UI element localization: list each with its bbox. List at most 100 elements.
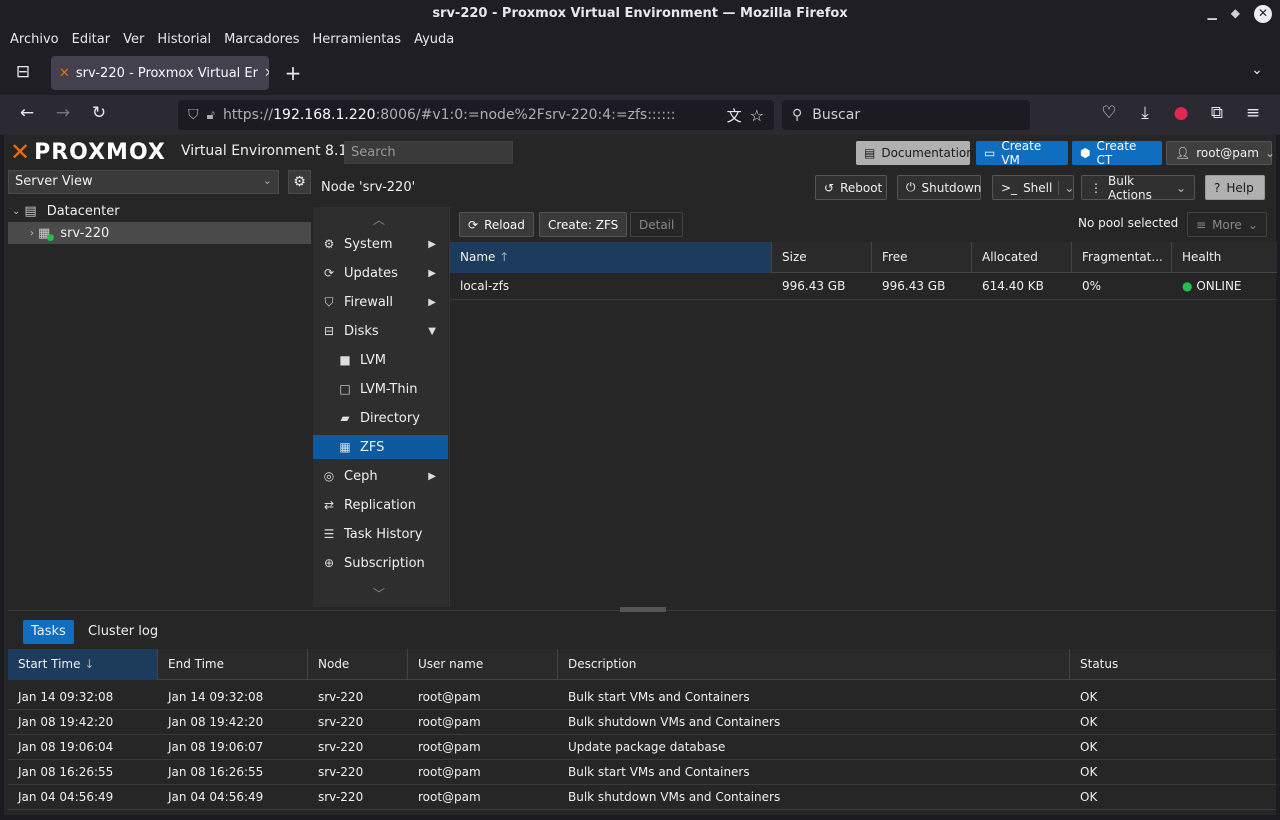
menu-item-task-history[interactable]: ☰ Task History	[313, 522, 448, 546]
create-vm-button[interactable]: ▭ Create VM	[976, 139, 1068, 167]
minimize-icon[interactable]: ▁	[1208, 0, 1217, 27]
reload-icon[interactable]: ↻	[87, 103, 111, 123]
cell-allocated: 614.40 KB	[982, 279, 1044, 293]
reboot-button[interactable]: ↺ Reboot	[815, 175, 887, 200]
table-row[interactable]: Jan 08 16:26:55 Jan 08 16:26:55 srv-220 …	[8, 760, 1276, 785]
extension-lock-icon[interactable]: ●	[1169, 103, 1193, 123]
menu-item-zfs[interactable]: ▦ ZFS	[313, 435, 448, 459]
column-header-status[interactable]: Status	[1070, 649, 1266, 680]
tree-item-datacenter[interactable]: ⌄ ▤ Datacenter	[8, 200, 311, 222]
cell-free: 996.43 GB	[882, 279, 946, 293]
close-tab-icon[interactable]: ✕	[264, 66, 269, 81]
scroll-down-icon[interactable]: ﹀	[373, 585, 385, 602]
resource-search-input[interactable]: Search	[344, 141, 513, 164]
pool-status-label: No pool selected	[1078, 216, 1179, 230]
tab-tasks[interactable]: Tasks	[23, 620, 74, 644]
scroll-up-icon[interactable]: ︿	[373, 211, 385, 228]
translate-icon[interactable]: 文	[727, 105, 742, 126]
table-row[interactable]: local-zfs 996.43 GB 996.43 GB 614.40 KB …	[450, 273, 1277, 300]
cell-status: OK	[1080, 765, 1098, 779]
back-icon[interactable]: ←	[15, 103, 39, 123]
url-bar[interactable]: ⛉ 🔓︎ https://192.168.1.220:8006/#v1:0:=n…	[178, 100, 774, 130]
detail-button[interactable]: Detail	[630, 212, 684, 237]
menu-item-subscription[interactable]: ⊕ Subscription	[313, 551, 448, 575]
table-row[interactable]: Jan 14 09:32:08 Jan 14 09:32:08 srv-220 …	[8, 685, 1276, 710]
menu-item-disks[interactable]: ⊟ Disks ▼	[313, 319, 448, 343]
column-header-end-time[interactable]: End Time	[158, 649, 308, 680]
column-header-size[interactable]: Size	[772, 242, 872, 273]
cell-node: srv-220	[318, 790, 364, 804]
lock-warning-icon[interactable]: 🔓︎	[207, 108, 215, 123]
bulk-actions-button[interactable]: ⋮ Bulk Actions ⌄	[1081, 174, 1195, 202]
user-menu-button[interactable]: 👤︎ root@pam ⌄	[1166, 141, 1275, 165]
menu-item-system[interactable]: ⚙ System ▶	[313, 232, 448, 256]
browser-tab[interactable]: ✕ srv-220 - Proxmox Virtual Er ✕	[51, 56, 269, 90]
menu-ayuda[interactable]: Ayuda	[414, 32, 454, 47]
reload-button[interactable]: ⟳ Reload	[459, 212, 534, 237]
menu-item-lvm[interactable]: ■ LVM	[313, 348, 448, 372]
maximize-icon[interactable]: ◆	[1231, 0, 1240, 27]
column-header-health[interactable]: Health	[1172, 242, 1277, 273]
server-view-select[interactable]: Server View ⌄	[8, 170, 279, 194]
column-header-free[interactable]: Free	[872, 242, 972, 273]
column-header-node[interactable]: Node	[308, 649, 408, 680]
chevron-down-icon[interactable]: ⌄	[1058, 180, 1074, 195]
menu-item-lvm-thin[interactable]: □ LVM-Thin	[313, 377, 448, 401]
cell-end: Jan 14 09:32:08	[168, 690, 264, 704]
pocket-icon[interactable]: ♡	[1097, 103, 1121, 123]
menu-ver[interactable]: Ver	[123, 32, 144, 47]
column-header-fragmentation[interactable]: Fragmentat...	[1072, 242, 1172, 273]
resource-search-placeholder: Search	[351, 145, 396, 160]
column-header-allocated[interactable]: Allocated	[972, 242, 1072, 273]
menu-editar[interactable]: Editar	[72, 32, 111, 47]
table-row[interactable]: Jan 08 19:06:04 Jan 08 19:06:07 srv-220 …	[8, 735, 1276, 760]
cell-user: root@pam	[418, 765, 481, 779]
app-menu-icon[interactable]: ≡	[1241, 103, 1265, 123]
menu-marcadores[interactable]: Marcadores	[224, 32, 299, 47]
shutdown-button[interactable]: ⏻ Shutdown	[897, 175, 981, 200]
column-header-user[interactable]: User name	[408, 649, 558, 680]
expand-arrow-icon[interactable]: ⌄	[12, 206, 20, 217]
column-header-start-time[interactable]: Start Time ↓	[8, 649, 158, 680]
extensions-icon[interactable]: ⧉	[1205, 103, 1229, 123]
column-header-name[interactable]: Name ↑	[450, 242, 772, 273]
menu-item-replication[interactable]: ⇄ Replication	[313, 493, 448, 517]
search-bar[interactable]: ⚲ Buscar	[782, 100, 1030, 130]
tab-cluster-log[interactable]: Cluster log	[80, 620, 166, 644]
create-ct-button[interactable]: ⬢ Create CT	[1072, 139, 1162, 167]
close-window-icon[interactable]: ✕	[1254, 4, 1272, 23]
bookmark-star-icon[interactable]: ☆	[750, 106, 764, 125]
menu-herramientas[interactable]: Herramientas	[313, 32, 402, 47]
shell-button[interactable]: >_ Shell ⌄	[992, 175, 1074, 200]
menu-historial[interactable]: Historial	[157, 32, 211, 47]
column-label: Start Time	[18, 657, 81, 671]
tree-item-label: Datacenter	[46, 203, 120, 219]
create-zfs-button[interactable]: Create: ZFS	[539, 212, 628, 237]
menu-item-directory[interactable]: ▰ Directory	[313, 406, 448, 430]
table-row[interactable]: Jan 04 04:56:49 Jan 04 04:56:49 srv-220 …	[8, 785, 1276, 810]
downloads-icon[interactable]: ⤓	[1133, 103, 1157, 123]
more-button[interactable]: ≡ More ⌄	[1187, 212, 1267, 237]
help-button[interactable]: ? Help	[1205, 175, 1265, 200]
tree-item-srv-220[interactable]: › ▦ ● srv-220	[8, 222, 311, 244]
gear-icon[interactable]: ⚙	[288, 170, 311, 194]
forward-icon[interactable]: →	[51, 103, 75, 123]
menu-item-label: Firewall	[344, 294, 394, 310]
table-row[interactable]: Jan 08 19:42:20 Jan 08 19:42:20 srv-220 …	[8, 710, 1276, 735]
new-tab-icon[interactable]: +	[281, 61, 305, 85]
cell-status: OK	[1080, 790, 1098, 804]
tab-list-icon[interactable]: ⊟	[11, 62, 35, 82]
menu-item-ceph[interactable]: ◎ Ceph ▶	[313, 464, 448, 488]
shield-icon[interactable]: ⛉	[188, 107, 199, 123]
collapsed-arrow-icon[interactable]: ›	[30, 228, 34, 239]
log-panel: Tasks Cluster log Start Time ↓ End Time …	[8, 607, 1276, 815]
cell-status: OK	[1080, 715, 1098, 729]
column-header-description[interactable]: Description	[558, 649, 1070, 680]
check-circle-icon: ●	[1182, 279, 1193, 293]
splitter-handle[interactable]	[620, 607, 666, 612]
menu-item-firewall[interactable]: ⛉ Firewall ▶	[313, 290, 448, 314]
tab-overflow-chevron-icon[interactable]: ⌄	[1245, 62, 1269, 78]
documentation-button[interactable]: ▤ Documentation	[856, 141, 974, 165]
menu-archivo[interactable]: Archivo	[10, 32, 59, 47]
menu-item-updates[interactable]: ⟳ Updates ▶	[313, 261, 448, 285]
